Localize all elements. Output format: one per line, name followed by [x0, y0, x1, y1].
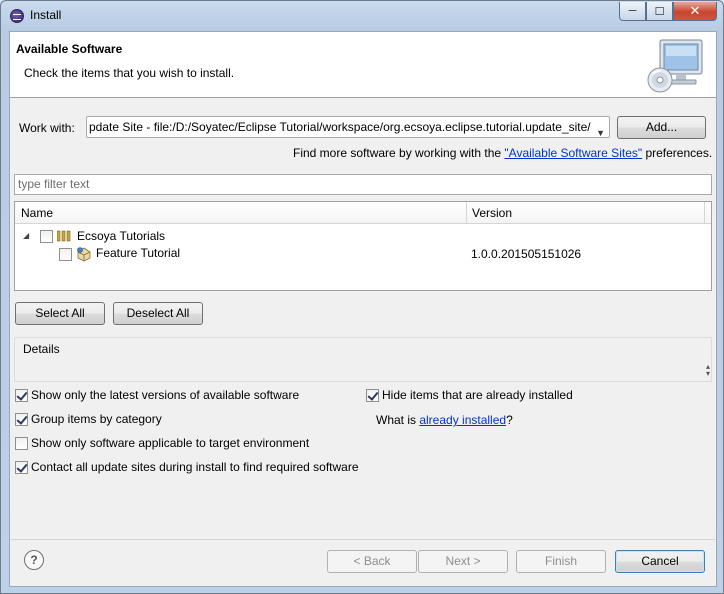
available-software-sites-link[interactable]: "Available Software Sites"	[504, 146, 642, 160]
details-group	[14, 337, 712, 382]
finish-button[interactable]: Finish	[516, 550, 606, 573]
title-bar[interactable]: Install ─ ☐ ✕	[1, 1, 723, 30]
find-more-text: Find more software by working with the "…	[293, 146, 712, 160]
table-header: Name Version	[15, 202, 711, 224]
chevron-down-icon[interactable]: ▼	[596, 123, 605, 137]
group-by-category-checkbox[interactable]	[15, 413, 28, 426]
maximize-button[interactable]: ☐	[646, 2, 673, 21]
details-scroll-icon[interactable]: ▴ ▾	[706, 363, 710, 378]
window-controls: ─ ☐ ✕	[619, 2, 717, 21]
table-row[interactable]: Feature Tutorial 1.0.0.201505151026	[15, 245, 711, 263]
tree-expand-icon[interactable]: ◢	[23, 231, 29, 240]
work-with-value: pdate Site - file:/D:/Soyatec/Eclipse Tu…	[89, 120, 591, 134]
work-with-combo[interactable]: pdate Site - file:/D:/Soyatec/Eclipse Tu…	[86, 116, 610, 138]
latest-versions-label: Show only the latest versions of availab…	[31, 388, 300, 402]
table-row[interactable]: ◢ Ecsoya Tutorials	[15, 227, 711, 245]
deselect-all-button[interactable]: Deselect All	[113, 302, 203, 325]
install-monitor-icon	[647, 39, 703, 93]
column-header-version[interactable]: Version	[472, 206, 512, 220]
what-is-installed-text: What is already installed?	[376, 413, 513, 427]
column-header-name[interactable]: Name	[21, 206, 53, 220]
add-site-button[interactable]: Add...	[617, 116, 706, 139]
work-with-label: Work with:	[19, 121, 75, 135]
minimize-button[interactable]: ─	[619, 2, 646, 21]
hide-installed-label: Hide items that are already installed	[382, 388, 573, 402]
window-title: Install	[30, 8, 62, 22]
latest-versions-checkbox[interactable]	[15, 389, 28, 402]
column-divider[interactable]	[704, 202, 705, 224]
help-icon[interactable]: ?	[24, 550, 44, 570]
find-more-prefix: Find more software by working with the	[293, 146, 505, 160]
category-icon	[57, 230, 71, 242]
next-button[interactable]: Next >	[418, 550, 508, 573]
already-installed-link[interactable]: already installed	[419, 413, 506, 427]
column-divider[interactable]	[466, 202, 467, 224]
select-all-button[interactable]: Select All	[15, 302, 105, 325]
applicable-only-label: Show only software applicable to target …	[31, 436, 310, 450]
what-is-suffix: ?	[506, 413, 513, 427]
page-subtitle: Check the items that you wish to install…	[24, 66, 235, 80]
eclipse-icon	[10, 9, 24, 23]
page-title: Available Software	[16, 42, 123, 56]
find-more-suffix: preferences.	[642, 146, 713, 160]
applicable-only-checkbox[interactable]	[15, 437, 28, 450]
category-name: Ecsoya Tutorials	[77, 229, 166, 243]
filter-input[interactable]: type filter text	[14, 174, 712, 195]
contact-all-sites-checkbox[interactable]	[15, 461, 28, 474]
dialog-client-area: Available Software Check the items that …	[9, 31, 717, 587]
back-button[interactable]: < Back	[327, 550, 417, 573]
cancel-button[interactable]: Cancel	[615, 550, 705, 573]
feature-version: 1.0.0.201505151026	[471, 247, 582, 261]
install-dialog-window: Install ─ ☐ ✕ Available Software Check t…	[0, 0, 724, 594]
feature-name: Feature Tutorial	[96, 246, 181, 260]
what-is-prefix: What is	[376, 413, 420, 427]
close-button[interactable]: ✕	[673, 2, 717, 21]
hide-installed-checkbox[interactable]	[366, 389, 379, 402]
details-label: Details	[23, 342, 60, 356]
feature-icon	[77, 247, 91, 262]
row-checkbox[interactable]	[40, 230, 53, 243]
contact-all-sites-label: Contact all update sites during install …	[31, 460, 359, 474]
group-by-category-label: Group items by category	[31, 412, 162, 426]
row-checkbox[interactable]	[59, 248, 72, 261]
header-banner: Available Software Check the items that …	[10, 32, 716, 98]
footer-divider	[10, 539, 716, 540]
software-tree-table[interactable]: Name Version ◢ Ecsoya Tutorials Feature …	[14, 201, 712, 291]
